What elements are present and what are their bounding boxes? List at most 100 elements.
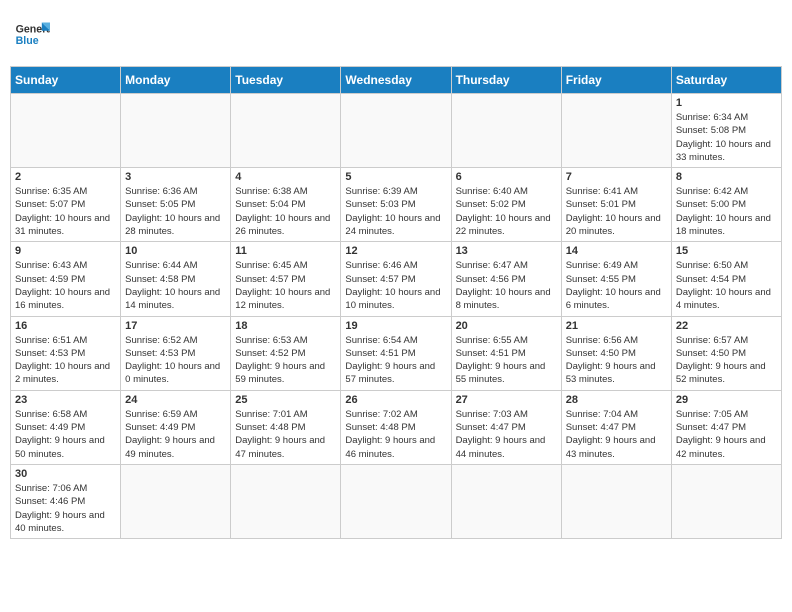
calendar-cell: 23Sunrise: 6:58 AM Sunset: 4:49 PM Dayli…: [11, 390, 121, 464]
day-number: 22: [676, 320, 777, 332]
calendar-week-row: 23Sunrise: 6:58 AM Sunset: 4:49 PM Dayli…: [11, 390, 782, 464]
calendar-cell: [231, 94, 341, 168]
day-info: Sunrise: 7:01 AM Sunset: 4:48 PM Dayligh…: [235, 408, 336, 461]
logo-icon: General Blue: [14, 16, 50, 52]
day-info: Sunrise: 7:03 AM Sunset: 4:47 PM Dayligh…: [456, 408, 557, 461]
day-info: Sunrise: 6:57 AM Sunset: 4:50 PM Dayligh…: [676, 334, 777, 387]
day-info: Sunrise: 6:55 AM Sunset: 4:51 PM Dayligh…: [456, 334, 557, 387]
calendar-week-row: 30 Sunrise: 7:06 AM Sunset: 4:46 PM Dayli…: [11, 464, 782, 538]
calendar-cell: 4 Sunrise: 6:38 AM Sunset: 5:04 PM Daylig…: [231, 168, 341, 242]
day-info: Sunrise: 6:53 AM Sunset: 4:52 PM Dayligh…: [235, 334, 336, 387]
day-number: 25: [235, 394, 336, 406]
calendar-cell: [341, 464, 451, 538]
day-info: Sunrise: 6:46 AM Sunset: 4:57 PM Dayligh…: [345, 259, 446, 312]
calendar-cell: 11Sunrise: 6:45 AM Sunset: 4:57 PM Dayli…: [231, 242, 341, 316]
calendar-table: SundayMondayTuesdayWednesdayThursdayFrid…: [10, 66, 782, 539]
day-header-thursday: Thursday: [451, 67, 561, 94]
calendar-week-row: 2 Sunrise: 6:35 AM Sunset: 5:07 PM Daylig…: [11, 168, 782, 242]
day-number: 5: [345, 171, 446, 183]
calendar-cell: [671, 464, 781, 538]
day-number: 30: [15, 468, 116, 480]
calendar-cell: [121, 94, 231, 168]
day-number: 28: [566, 394, 667, 406]
calendar-cell: 9Sunrise: 6:43 AM Sunset: 4:59 PM Daylig…: [11, 242, 121, 316]
calendar-cell: 16 Sunrise: 6:51 AM Sunset: 4:53 PM Dayli…: [11, 316, 121, 390]
day-number: 24: [125, 394, 226, 406]
calendar-cell: [451, 464, 561, 538]
day-info: Sunrise: 6:59 AM Sunset: 4:49 PM Dayligh…: [125, 408, 226, 461]
day-info: Sunrise: 7:04 AM Sunset: 4:47 PM Dayligh…: [566, 408, 667, 461]
day-number: 13: [456, 245, 557, 257]
day-number: 26: [345, 394, 446, 406]
day-number: 20: [456, 320, 557, 332]
calendar-week-row: 1Sunrise: 6:34 AM Sunset: 5:08 PM Daylig…: [11, 94, 782, 168]
day-number: 3: [125, 171, 226, 183]
day-number: 14: [566, 245, 667, 257]
calendar-cell: 17Sunrise: 6:52 AM Sunset: 4:53 PM Dayli…: [121, 316, 231, 390]
calendar-cell: 27 Sunrise: 7:03 AM Sunset: 4:47 PM Dayli…: [451, 390, 561, 464]
page-header: General Blue: [10, 10, 782, 58]
day-number: 12: [345, 245, 446, 257]
day-info: Sunrise: 6:50 AM Sunset: 4:54 PM Dayligh…: [676, 259, 777, 312]
calendar-week-row: 16 Sunrise: 6:51 AM Sunset: 4:53 PM Dayli…: [11, 316, 782, 390]
calendar-cell: 18 Sunrise: 6:53 AM Sunset: 4:52 PM Dayli…: [231, 316, 341, 390]
day-info: Sunrise: 6:47 AM Sunset: 4:56 PM Dayligh…: [456, 259, 557, 312]
day-number: 19: [345, 320, 446, 332]
day-number: 2: [15, 171, 116, 183]
calendar-cell: 28 Sunrise: 7:04 AM Sunset: 4:47 PM Dayli…: [561, 390, 671, 464]
calendar-cell: 3Sunrise: 6:36 AM Sunset: 5:05 PM Daylig…: [121, 168, 231, 242]
day-info: Sunrise: 6:34 AM Sunset: 5:08 PM Dayligh…: [676, 111, 777, 164]
day-header-sunday: Sunday: [11, 67, 121, 94]
calendar-cell: 13 Sunrise: 6:47 AM Sunset: 4:56 PM Dayli…: [451, 242, 561, 316]
day-info: Sunrise: 6:51 AM Sunset: 4:53 PM Dayligh…: [15, 334, 116, 387]
calendar-cell: 5Sunrise: 6:39 AM Sunset: 5:03 PM Daylig…: [341, 168, 451, 242]
day-number: 16: [15, 320, 116, 332]
calendar-week-row: 9Sunrise: 6:43 AM Sunset: 4:59 PM Daylig…: [11, 242, 782, 316]
day-header-saturday: Saturday: [671, 67, 781, 94]
day-number: 6: [456, 171, 557, 183]
calendar-cell: [561, 464, 671, 538]
calendar-cell: 15 Sunrise: 6:50 AM Sunset: 4:54 PM Dayli…: [671, 242, 781, 316]
day-info: Sunrise: 6:43 AM Sunset: 4:59 PM Dayligh…: [15, 259, 116, 312]
day-number: 17: [125, 320, 226, 332]
calendar-cell: 19Sunrise: 6:54 AM Sunset: 4:51 PM Dayli…: [341, 316, 451, 390]
calendar-cell: 1Sunrise: 6:34 AM Sunset: 5:08 PM Daylig…: [671, 94, 781, 168]
day-info: Sunrise: 7:06 AM Sunset: 4:46 PM Dayligh…: [15, 482, 116, 535]
calendar-cell: 7Sunrise: 6:41 AM Sunset: 5:01 PM Daylig…: [561, 168, 671, 242]
day-header-monday: Monday: [121, 67, 231, 94]
day-number: 29: [676, 394, 777, 406]
day-info: Sunrise: 6:35 AM Sunset: 5:07 PM Dayligh…: [15, 185, 116, 238]
calendar-cell: [451, 94, 561, 168]
calendar-cell: 30 Sunrise: 7:06 AM Sunset: 4:46 PM Dayli…: [11, 464, 121, 538]
day-number: 27: [456, 394, 557, 406]
calendar-cell: 6 Sunrise: 6:40 AM Sunset: 5:02 PM Daylig…: [451, 168, 561, 242]
calendar-cell: 12 Sunrise: 6:46 AM Sunset: 4:57 PM Dayli…: [341, 242, 451, 316]
day-info: Sunrise: 6:56 AM Sunset: 4:50 PM Dayligh…: [566, 334, 667, 387]
day-info: Sunrise: 6:44 AM Sunset: 4:58 PM Dayligh…: [125, 259, 226, 312]
day-number: 15: [676, 245, 777, 257]
calendar-header-row: SundayMondayTuesdayWednesdayThursdayFrid…: [11, 67, 782, 94]
calendar-cell: 26Sunrise: 7:02 AM Sunset: 4:48 PM Dayli…: [341, 390, 451, 464]
day-number: 18: [235, 320, 336, 332]
day-info: Sunrise: 6:45 AM Sunset: 4:57 PM Dayligh…: [235, 259, 336, 312]
calendar-cell: 25 Sunrise: 7:01 AM Sunset: 4:48 PM Dayli…: [231, 390, 341, 464]
day-header-friday: Friday: [561, 67, 671, 94]
day-info: Sunrise: 6:41 AM Sunset: 5:01 PM Dayligh…: [566, 185, 667, 238]
day-info: Sunrise: 6:40 AM Sunset: 5:02 PM Dayligh…: [456, 185, 557, 238]
calendar-cell: 24 Sunrise: 6:59 AM Sunset: 4:49 PM Dayli…: [121, 390, 231, 464]
day-number: 10: [125, 245, 226, 257]
day-number: 4: [235, 171, 336, 183]
calendar-cell: 10 Sunrise: 6:44 AM Sunset: 4:58 PM Dayli…: [121, 242, 231, 316]
calendar-cell: [11, 94, 121, 168]
calendar-cell: 2 Sunrise: 6:35 AM Sunset: 5:07 PM Daylig…: [11, 168, 121, 242]
day-info: Sunrise: 7:05 AM Sunset: 4:47 PM Dayligh…: [676, 408, 777, 461]
logo: General Blue: [14, 16, 50, 52]
calendar-cell: [341, 94, 451, 168]
calendar-cell: [231, 464, 341, 538]
day-number: 8: [676, 171, 777, 183]
day-number: 23: [15, 394, 116, 406]
day-info: Sunrise: 6:38 AM Sunset: 5:04 PM Dayligh…: [235, 185, 336, 238]
calendar-cell: [121, 464, 231, 538]
day-info: Sunrise: 6:42 AM Sunset: 5:00 PM Dayligh…: [676, 185, 777, 238]
calendar-cell: 29 Sunrise: 7:05 AM Sunset: 4:47 PM Dayli…: [671, 390, 781, 464]
